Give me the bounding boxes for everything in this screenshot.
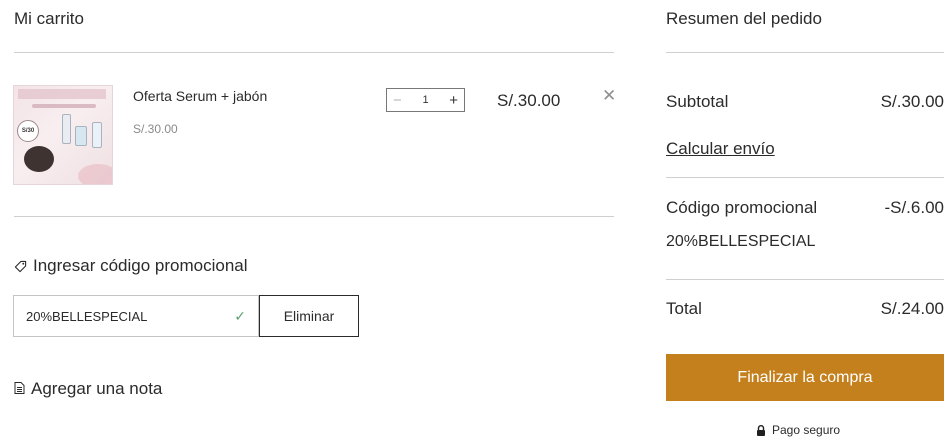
promo-discount-value: -S/.6.00 [884,198,944,217]
promo-code-toggle-label: Ingresar código promocional [33,256,248,275]
product-name[interactable]: Oferta Serum + jabón [133,88,267,104]
secure-payment-note: Pago seguro [756,423,840,437]
quantity-value[interactable]: 1 [422,94,428,106]
divider [14,216,614,217]
total-value: S/.24.00 [880,299,944,318]
applied-promo-code: 20%BELLESPECIAL [666,233,816,250]
divider [14,52,614,53]
thumbnail-price-badge: S/30 [17,120,39,142]
add-note-label: Agregar una nota [31,379,163,398]
divider [666,279,944,280]
total-label: Total [666,299,702,318]
subtotal-label: Subtotal [666,92,729,111]
thumbnail-bottle [92,122,102,148]
add-note-toggle[interactable]: Agregar una nota [14,379,162,399]
thumbnail-decoration [78,164,112,184]
tag-icon [14,260,27,273]
divider [666,52,944,53]
promo-code-input[interactable] [26,308,235,324]
product-thumbnail[interactable]: S/30 [13,85,113,185]
divider [666,177,944,178]
total-row: Total S/.24.00 [666,299,944,319]
subtotal-value: S/.30.00 [880,92,944,111]
note-icon [14,379,25,399]
cart-title: Mi carrito [14,9,84,28]
promo-code-toggle[interactable]: Ingresar código promocional [14,256,248,276]
checkout-button[interactable]: Finalizar la compra [666,354,944,401]
secure-payment-label: Pago seguro [772,423,841,437]
summary-title: Resumen del pedido [666,9,822,28]
thumbnail-banner [18,89,106,99]
thumbnail-bottle [62,114,71,144]
subtotal-row: Subtotal S/.30.00 [666,92,944,112]
promo-label: Código promocional [666,198,818,217]
decrease-quantity-button[interactable]: − [393,92,402,109]
promo-code-field[interactable]: ✓ [13,295,259,337]
increase-quantity-button[interactable]: + [449,92,458,109]
thumbnail-subtitle [32,104,96,108]
thumbnail-bottle [75,126,87,146]
promo-discount-row: Código promocional -S/.6.00 [666,198,944,218]
quantity-stepper[interactable]: − 1 + [386,88,465,112]
line-total: S/.30.00 [497,91,561,110]
close-icon[interactable]: ✕ [602,86,616,106]
thumbnail-soap [24,146,54,172]
calculate-shipping-link[interactable]: Calcular envío [666,139,775,159]
check-icon: ✓ [234,307,246,324]
product-unit-price: S/.30.00 [133,122,178,136]
remove-promo-button[interactable]: Eliminar [259,295,359,337]
lock-icon [756,424,766,436]
